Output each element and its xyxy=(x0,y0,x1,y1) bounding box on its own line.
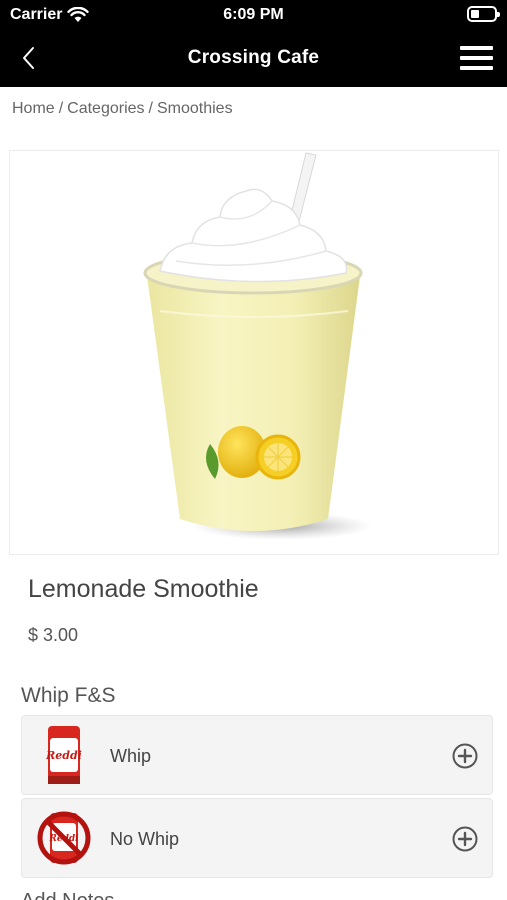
nav-bar: Crossing Cafe xyxy=(0,30,507,87)
option-no-whip[interactable]: Reddi No Whip xyxy=(21,798,493,878)
add-plus-icon[interactable] xyxy=(452,743,478,769)
breadcrumb-categories[interactable]: Categories xyxy=(67,100,144,117)
option-label: No Whip xyxy=(110,829,180,849)
breadcrumb-separator: / xyxy=(58,100,64,117)
product-image xyxy=(9,150,499,555)
product-price: $ 3.00 xyxy=(28,625,79,645)
breadcrumb-smoothies: Smoothies xyxy=(156,100,233,117)
battery-icon xyxy=(467,6,500,22)
status-bar: Carrier 6:09 PM xyxy=(0,0,507,30)
page-title: Crossing Cafe xyxy=(187,47,320,68)
whip-can-icon: Reddi xyxy=(45,726,82,784)
breadcrumb: Home / Categories / Smoothies xyxy=(12,100,237,118)
option-label: Whip xyxy=(110,746,152,766)
lemonade-smoothie-image xyxy=(143,152,372,540)
product-name: Lemonade Smoothie xyxy=(28,575,259,603)
add-plus-icon[interactable] xyxy=(452,826,478,852)
svg-text:Reddi: Reddi xyxy=(45,749,82,762)
option-whip[interactable]: Reddi Whip xyxy=(21,715,493,795)
breadcrumb-separator: / xyxy=(148,100,153,117)
status-time: 6:09 PM xyxy=(223,6,284,23)
hamburger-menu-icon[interactable] xyxy=(460,46,493,70)
breadcrumb-home[interactable]: Home xyxy=(12,100,55,117)
modifier-section-title: Whip F&S xyxy=(21,684,116,707)
add-notes-title: Add Notes xyxy=(21,890,114,900)
no-whip-icon: Reddi xyxy=(37,811,91,865)
